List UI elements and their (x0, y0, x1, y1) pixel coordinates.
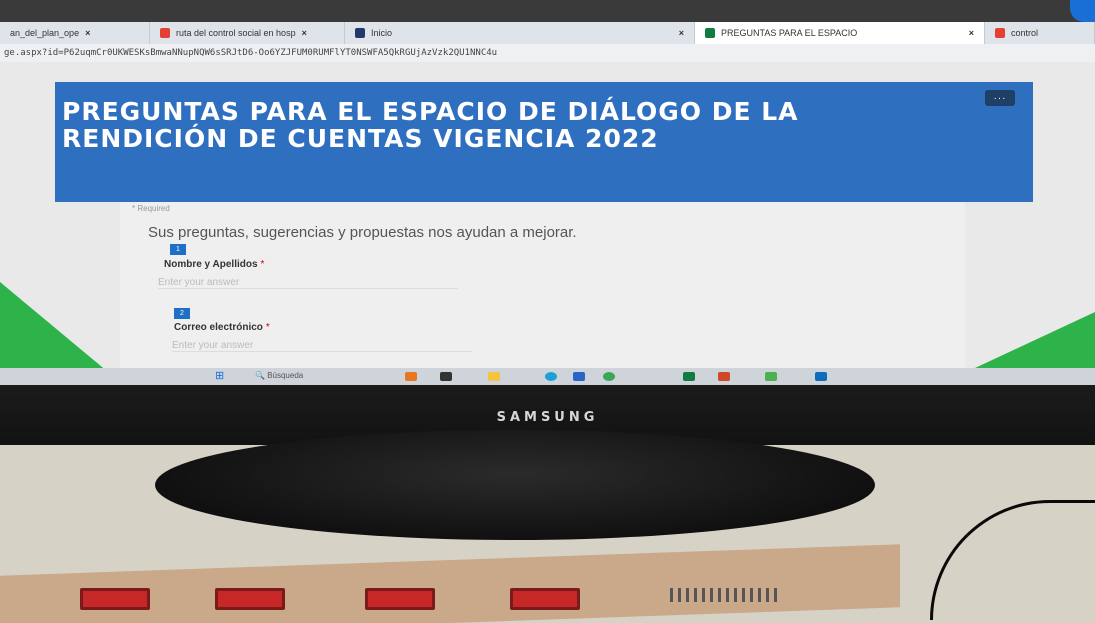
google-icon (995, 28, 1005, 38)
google-icon (160, 28, 170, 38)
form-page: ··· PREGUNTAS PARA EL ESPACIO DE DIÁLOGO… (0, 62, 1095, 385)
store-icon[interactable] (573, 372, 585, 381)
tab-ruta-control-social[interactable]: ruta del control social en hosp × (150, 22, 345, 44)
question-label-name: Nombre y Apellidos * (164, 259, 264, 270)
more-options-button[interactable]: ··· (985, 90, 1015, 106)
decorative-green-shape-left (0, 282, 120, 382)
address-bar[interactable]: ge.aspx?id=P62uqmCr0UKWESKsBmwaNNupNQW6s… (0, 44, 1095, 62)
form-body: * Required Sus preguntas, sugerencias y … (120, 202, 965, 385)
close-tab-icon[interactable]: × (969, 28, 974, 38)
question-number-badge: 2 (174, 308, 190, 319)
monitor-stand (155, 430, 875, 540)
required-note: * Required (132, 204, 170, 213)
monitor-screen: an_del_plan_ope × ruta del control socia… (0, 0, 1095, 385)
tab-label: control (1011, 28, 1039, 38)
question-label-text: Nombre y Apellidos (164, 259, 258, 270)
tab-label: an_del_plan_ope (10, 28, 80, 38)
form-title: PREGUNTAS PARA EL ESPACIO DE DIÁLOGO DE … (62, 97, 799, 153)
tab-label: PREGUNTAS PARA EL ESPACIO (721, 28, 858, 38)
powerpoint-icon[interactable] (718, 372, 730, 381)
required-mark: * (265, 322, 270, 333)
chrome-icon[interactable] (603, 372, 615, 381)
forms-icon (705, 28, 715, 38)
close-tab-icon[interactable]: × (302, 28, 307, 38)
power-switch (510, 588, 580, 610)
question-label-text: Correo electrónico (174, 322, 263, 333)
app-icon[interactable] (765, 372, 777, 381)
edge-icon[interactable] (545, 372, 557, 381)
question-label-email: Correo electrónico * (174, 322, 270, 333)
power-switch (215, 588, 285, 610)
form-intro: Sus preguntas, sugerencias y propuestas … (148, 224, 577, 241)
tab-inicio[interactable]: Inicio × (345, 22, 695, 44)
window-top-edge (0, 0, 1095, 22)
site-logo-icon (355, 28, 365, 38)
tab-label: Inicio (371, 28, 393, 38)
email-answer-input[interactable]: Enter your answer (172, 340, 472, 352)
windows-taskbar: ⊞ 🔍 Búsqueda (0, 368, 1095, 385)
outlook-icon[interactable] (815, 372, 827, 381)
tab-control[interactable]: control (985, 22, 1095, 44)
close-tab-icon[interactable]: × (85, 28, 90, 38)
question-number-badge: 1 (170, 244, 186, 255)
name-answer-input[interactable]: Enter your answer (158, 277, 458, 289)
monitor-brand-logo: SAMSUNG (496, 410, 599, 425)
tab-preguntas[interactable]: PREGUNTAS PARA EL ESPACIO × (695, 22, 985, 44)
start-icon[interactable]: ⊞ (215, 371, 227, 382)
folder-icon[interactable] (488, 372, 500, 381)
tab-label: ruta del control social en hosp (176, 28, 296, 38)
power-switch (365, 588, 435, 610)
power-switch (80, 588, 150, 610)
close-tab-icon[interactable]: × (679, 28, 684, 38)
taskbar-search[interactable]: 🔍 Búsqueda (255, 371, 303, 380)
explorer-icon[interactable] (440, 372, 452, 381)
weather-icon[interactable] (405, 372, 417, 381)
browser-tab-strip: an_del_plan_ope × ruta del control socia… (0, 22, 1095, 44)
required-mark: * (260, 259, 265, 270)
excel-icon[interactable] (683, 372, 695, 381)
url-text: ge.aspx?id=P62uqmCr0UKWESKsBmwaNNupNQW6s… (4, 48, 498, 58)
tab-plan[interactable]: an_del_plan_ope × (0, 22, 150, 44)
search-label: Búsqueda (267, 371, 304, 380)
power-strip-vent (670, 588, 780, 602)
